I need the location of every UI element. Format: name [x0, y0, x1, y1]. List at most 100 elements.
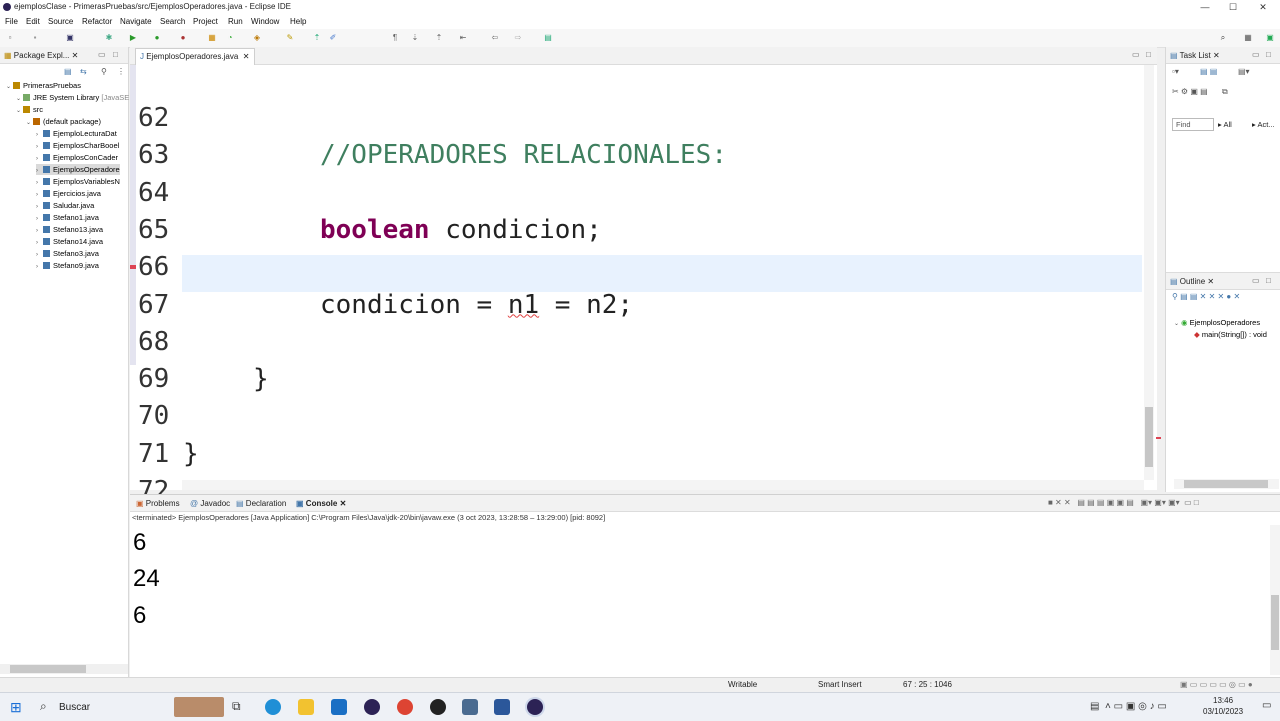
external-tools-icon[interactable]: ● — [178, 33, 188, 43]
task-all-link[interactable]: ▸ All — [1218, 120, 1232, 129]
terminal-icon[interactable]: ▣ — [65, 33, 75, 43]
error-squiggle[interactable]: n1 — [508, 290, 539, 320]
save-icon[interactable]: ▪ — [30, 33, 40, 43]
next-annotation-icon[interactable]: ⇣ — [410, 33, 420, 43]
menu-edit[interactable]: Edit — [26, 17, 40, 26]
tree-item[interactable]: › Ejercicios.java — [36, 188, 101, 199]
maximize-view-icon[interactable]: □ — [113, 50, 118, 59]
eclipse-taskbar-icon[interactable] — [364, 699, 380, 715]
categorize-icon[interactable]: ▤ ▤ — [1200, 67, 1217, 76]
tab-problems[interactable]: ▣ Problems — [136, 499, 180, 508]
tree-item[interactable]: › Saludar.java — [36, 200, 94, 211]
expand-toggle-icon[interactable]: ⌄ — [16, 106, 23, 117]
chrome-icon[interactable] — [397, 699, 413, 715]
outline-class[interactable]: ⌄ ◉ EjemplosOperadores — [1174, 317, 1260, 328]
debug-icon[interactable]: ✱ — [104, 33, 114, 43]
coverage-icon[interactable]: ● — [152, 33, 162, 43]
minimize-task-list-icon[interactable]: ▭ — [1252, 50, 1260, 59]
task-tools-icon[interactable]: ✂ ⚙ ▣ ▤ — [1172, 87, 1208, 96]
edge-icon[interactable] — [265, 699, 281, 715]
tree-item[interactable]: ⌄ PrimerasPruebas — [6, 80, 81, 91]
tab-package-explorer[interactable]: ▦ Package Expl... ✕ — [4, 51, 78, 60]
file-explorer-icon[interactable] — [298, 699, 314, 715]
task-view-menu-icon[interactable]: ▤▾ — [1238, 67, 1250, 76]
run-icon[interactable]: ▶ — [128, 33, 138, 43]
word-icon[interactable] — [494, 699, 510, 715]
mail-icon[interactable] — [331, 699, 347, 715]
forward-icon[interactable]: ⇨ — [513, 33, 523, 43]
menu-project[interactable]: Project — [193, 17, 218, 26]
new-icon[interactable]: ▫ — [5, 33, 15, 43]
menu-navigate[interactable]: Navigate — [120, 17, 152, 26]
search-tool-icon[interactable]: ✎ — [285, 33, 295, 43]
search-highlight-image[interactable] — [174, 697, 224, 717]
tab-console[interactable]: ▣ Console ✕ — [296, 499, 346, 508]
menu-run[interactable]: Run — [228, 17, 243, 26]
search-icon[interactable]: ⌕ — [1218, 33, 1228, 43]
tree-item[interactable]: › EjemplosOperadore — [36, 164, 120, 175]
tree-item[interactable]: ⌄ JRE System Library [JavaSE — [16, 92, 129, 103]
task-find-input[interactable]: Find — [1172, 118, 1214, 131]
menu-source[interactable]: Source — [48, 17, 73, 26]
open-perspective-icon[interactable]: ▦ — [1243, 33, 1253, 43]
tree-item[interactable]: › EjemplosCharBooel — [36, 140, 119, 151]
tray-icons[interactable]: ▤ ˄ ▭ ▣ ◎ ♪ ▭ — [1090, 701, 1167, 712]
task-activate-link[interactable]: ▸ Act... — [1252, 120, 1275, 129]
overview-error-marker[interactable] — [1156, 437, 1161, 439]
maximize-button[interactable]: ☐ — [1218, 0, 1248, 15]
collapse-all-icon[interactable]: ▤ — [64, 67, 72, 76]
new-package-icon[interactable]: ◔ — [225, 33, 235, 43]
link-editor-icon[interactable]: ⇆ — [80, 67, 87, 76]
tree-item[interactable]: › EjemplosConCader — [36, 152, 118, 163]
new-java-project-icon[interactable]: ▦ — [207, 33, 217, 43]
close-button[interactable]: ✕ — [1248, 0, 1278, 15]
editor-horizontal-scrollbar[interactable] — [182, 480, 1144, 490]
outline-method-main[interactable]: ◆ main(String[]) : void — [1194, 329, 1267, 340]
menu-file[interactable]: File — [5, 17, 18, 26]
tree-item[interactable]: › EjemplosVariablesN — [36, 176, 120, 187]
tree-item[interactable]: › Stefano3.java — [36, 248, 99, 259]
maximize-editor-icon[interactable]: □ — [1146, 50, 1151, 59]
expand-toggle-icon[interactable]: ⌄ — [6, 82, 13, 93]
tab-outline[interactable]: ▤ Outline ✕ — [1170, 277, 1214, 286]
status-tray-icons[interactable]: ▣ ▭ ▭ ▭ ▭ ◎ ▭ ● — [1180, 680, 1253, 689]
prev-annotation-icon[interactable]: ⇡ — [434, 33, 444, 43]
console-scrollbar[interactable] — [1270, 525, 1280, 675]
tree-item[interactable]: › Stefano1.java — [36, 212, 99, 223]
tree-item[interactable]: › EjemploLecturaDat — [36, 128, 117, 139]
annotation-icon[interactable]: ⇡ — [312, 33, 322, 43]
windows-start-icon[interactable]: ⊞ — [10, 699, 22, 716]
minimize-view-icon[interactable]: ▭ — [98, 50, 106, 59]
minimize-outline-icon[interactable]: ▭ — [1252, 276, 1260, 285]
outline-toolbar-icon[interactable]: ⚲ ▤ ▤ ✕ ✕ ✕ ● ✕ — [1172, 292, 1240, 301]
tree-item[interactable]: › Stefano14.java — [36, 236, 103, 247]
minimize-button[interactable]: — — [1190, 0, 1220, 15]
back-icon[interactable]: ⇦ — [490, 33, 500, 43]
show-whitespace-icon[interactable]: ¶ — [390, 33, 400, 43]
task-view-icon[interactable]: ⧉ — [232, 699, 248, 715]
menu-search[interactable]: Search — [160, 17, 185, 26]
tab-javadoc[interactable]: @ Javadoc — [190, 499, 230, 508]
new-task-icon[interactable]: ▫▾ — [1172, 67, 1179, 76]
task-filter-icon[interactable]: ⧉ — [1222, 87, 1228, 97]
tree-item[interactable]: › Stefano9.java — [36, 260, 99, 271]
view-menu-icon[interactable]: ⋮ — [117, 67, 125, 76]
open-type-icon[interactable]: ◈ — [252, 33, 262, 43]
tree-item[interactable]: › Stefano13.java — [36, 224, 103, 235]
java-perspective-icon[interactable]: ▣ — [1265, 33, 1275, 43]
menu-window[interactable]: Window — [251, 17, 279, 26]
highlight-icon[interactable]: ✐ — [328, 33, 338, 43]
expand-toggle-icon[interactable]: › — [36, 262, 43, 273]
maximize-task-list-icon[interactable]: □ — [1266, 50, 1271, 59]
app-icon[interactable] — [430, 699, 446, 715]
tab-task-list[interactable]: ▤ Task List ✕ — [1170, 51, 1220, 60]
horizontal-scrollbar[interactable] — [0, 664, 128, 674]
tree-item[interactable]: ⌄ (default package) — [26, 116, 101, 127]
eclipse-active-icon[interactable] — [527, 699, 543, 715]
camera-icon[interactable] — [462, 699, 478, 715]
editor-vertical-scrollbar[interactable] — [1144, 65, 1154, 480]
expand-toggle-icon[interactable]: ⌄ — [26, 118, 33, 129]
maximize-outline-icon[interactable]: □ — [1266, 276, 1271, 285]
tab-declaration[interactable]: ▤ Declaration — [236, 499, 286, 508]
code-area[interactable]: 62 63 //OPERADORES RELACIONALES: 64 65 boolea… — [130, 47, 1142, 506]
